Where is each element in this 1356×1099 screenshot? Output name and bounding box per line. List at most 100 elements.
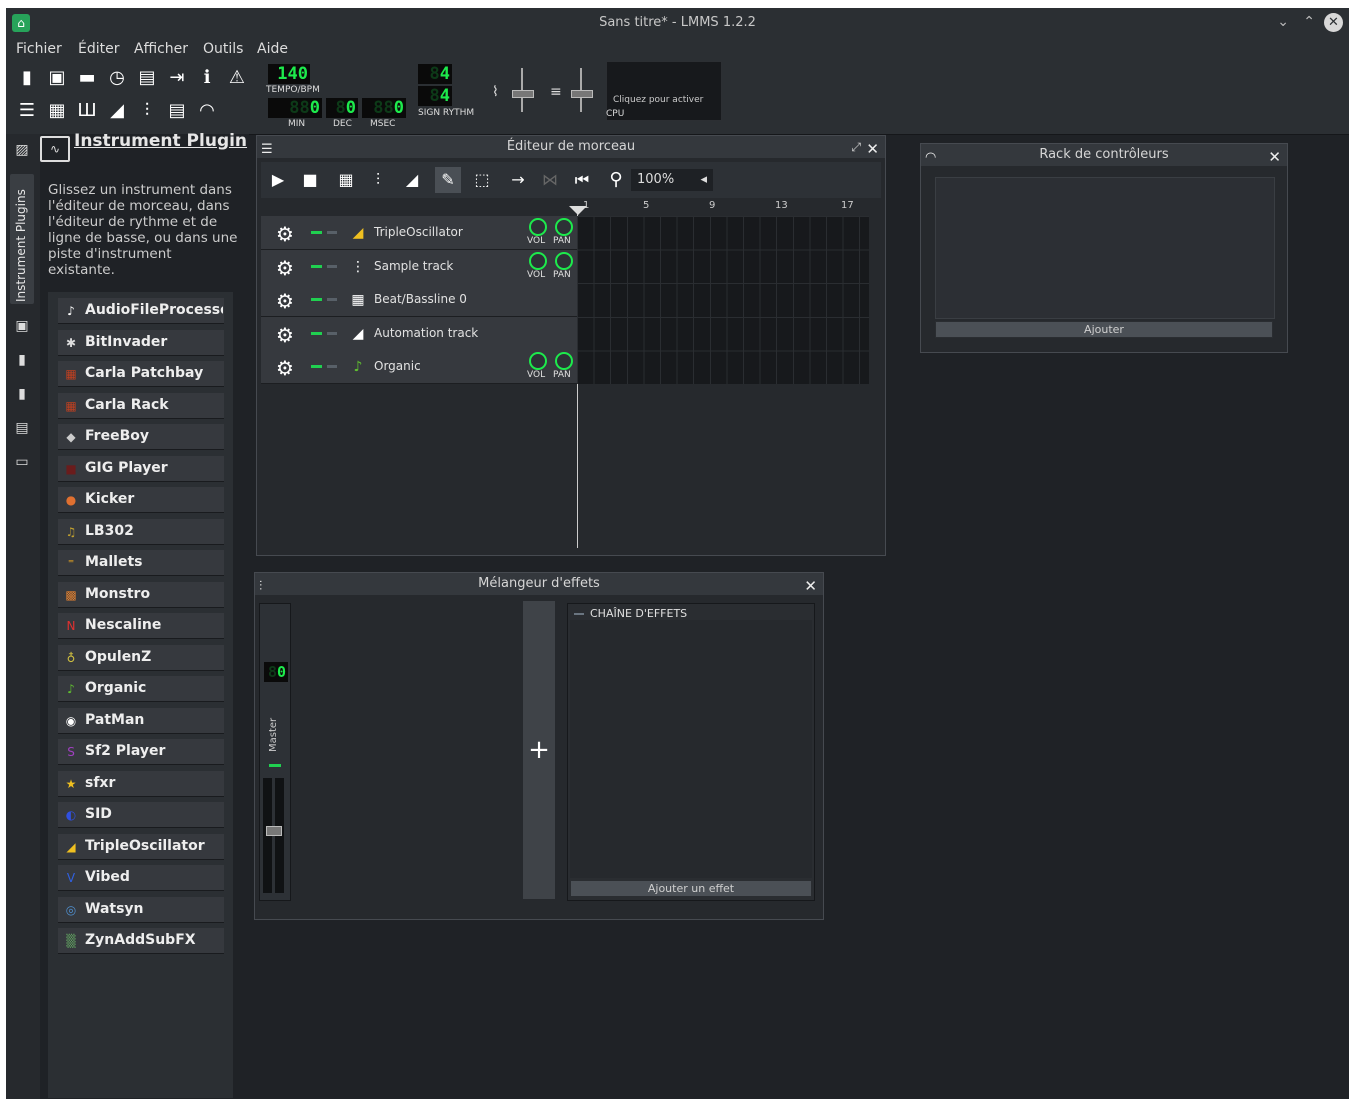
time-sig-numerator[interactable]: 84 xyxy=(418,64,452,84)
track-settings-gear-icon[interactable]: ⚙ xyxy=(276,289,294,313)
track-settings-gear-icon[interactable]: ⚙ xyxy=(276,323,294,347)
my-presets-icon[interactable]: ▮ xyxy=(14,386,30,402)
track-pan-knob[interactable] xyxy=(555,251,573,270)
plugin-item[interactable]: ▒ ZynAddSubFX xyxy=(58,928,224,954)
track-pan-knob[interactable] xyxy=(555,218,573,236)
piano-roll-icon[interactable]: Ш xyxy=(74,98,100,124)
track-mute-led[interactable] xyxy=(311,331,322,335)
track-row[interactable]: ⚙ ♪ Organic VOL PAN xyxy=(261,350,577,385)
restore-icon[interactable]: ⤢ xyxy=(851,136,861,158)
track-name[interactable]: TripleOscillator xyxy=(374,225,463,239)
my-projects-icon[interactable]: ▣ xyxy=(14,318,30,334)
track-mute-led[interactable] xyxy=(311,365,322,369)
tempo-display[interactable]: 140 xyxy=(268,64,310,84)
menu-afficher[interactable]: Afficher xyxy=(134,41,188,57)
add-sample-track-icon[interactable]: ⫶ xyxy=(365,167,391,193)
plugin-item[interactable]: ◐ SID xyxy=(58,802,224,828)
plugin-item[interactable]: ⁼ Mallets xyxy=(58,550,224,576)
stop-behaviour-icon[interactable]: ⏮ xyxy=(569,167,595,193)
automation-editor-icon[interactable]: ◢ xyxy=(104,98,130,124)
plugin-item[interactable]: ■ GIG Player xyxy=(58,455,224,482)
fx-mixer-icon[interactable]: ⫶ xyxy=(134,98,160,124)
auto-scroll-icon[interactable]: → xyxy=(505,167,531,193)
track-solo-led[interactable] xyxy=(327,365,337,369)
recent-projects-icon[interactable]: ◷ xyxy=(104,65,130,91)
tab-instrument-plugins[interactable]: Instrument Plugins xyxy=(10,174,34,304)
track-row[interactable]: ⚙ ◢ TripleOscillator VOL PAN xyxy=(261,216,577,250)
plugin-item[interactable]: ★ sfxr xyxy=(58,770,224,797)
new-from-template-icon[interactable]: ▣ xyxy=(44,65,70,91)
plugin-item[interactable]: ▦ Carla Rack xyxy=(58,392,224,419)
plugin-item[interactable]: N Nescaline xyxy=(58,613,224,639)
open-project-icon[interactable]: ▬ xyxy=(74,65,100,91)
close-window-icon[interactable]: ✕ xyxy=(1324,13,1343,32)
track-name[interactable]: Beat/Bassline 0 xyxy=(374,292,467,306)
track-settings-gear-icon[interactable]: ⚙ xyxy=(276,222,294,246)
track-name[interactable]: Sample track xyxy=(374,259,453,273)
stop-icon[interactable]: ■ xyxy=(297,167,323,193)
menu-editer[interactable]: Éditer xyxy=(78,41,119,57)
add-fx-channel-button[interactable]: + xyxy=(523,601,555,899)
instrument-plugins-tab-icon[interactable]: ▨ xyxy=(14,142,30,158)
song-editor-icon[interactable]: ☰ xyxy=(14,98,40,124)
plugin-item[interactable]: ◉ PatMan xyxy=(58,707,224,734)
track-mute-led[interactable] xyxy=(311,231,322,234)
minimize-icon[interactable]: ⌄ xyxy=(1277,14,1289,30)
track-volume-knob[interactable] xyxy=(529,352,547,371)
menu-aide[interactable]: Aide xyxy=(257,41,288,57)
add-controller-button[interactable]: Ajouter xyxy=(935,321,1273,338)
loop-points-icon[interactable]: ⋈ xyxy=(537,167,563,193)
track-solo-led[interactable] xyxy=(327,264,337,268)
root-directory-icon[interactable]: ▭ xyxy=(14,454,30,470)
track-row[interactable]: ⚙ ▦ Beat/Bassline 0 xyxy=(261,283,577,318)
plugin-item[interactable]: ♪ Organic xyxy=(58,676,224,702)
track-solo-led[interactable] xyxy=(327,331,337,335)
track-settings-gear-icon[interactable]: ⚙ xyxy=(276,356,294,380)
beat-bassline-icon[interactable]: ▦ xyxy=(44,98,70,124)
effects-chain-toggle[interactable] xyxy=(574,613,584,615)
whats-this-icon[interactable]: ℹ xyxy=(194,65,220,91)
track-row[interactable]: ⚙ ⋮ Sample track VOL PAN xyxy=(261,249,577,284)
zoom-select[interactable]: 100% ◂ xyxy=(631,169,713,191)
plugin-item[interactable]: S Sf2 Player xyxy=(58,739,224,765)
time-sig-denominator[interactable]: 84 xyxy=(418,86,452,106)
plugin-item[interactable]: ♁ OpulenZ xyxy=(58,644,224,671)
add-beat-bassline-icon[interactable]: ▦ xyxy=(333,167,359,193)
export-icon[interactable]: ⇥ xyxy=(164,65,190,91)
maximize-icon[interactable]: ⌃ xyxy=(1303,14,1315,30)
master-fader[interactable] xyxy=(266,826,282,836)
track-mute-led[interactable] xyxy=(311,298,322,302)
playhead-marker[interactable] xyxy=(569,206,587,215)
plugin-item[interactable]: ◆ FreeBoy xyxy=(58,424,224,450)
my-samples-icon[interactable]: ▮ xyxy=(14,352,30,368)
draw-mode-icon[interactable]: ✎ xyxy=(435,167,461,193)
plugin-item[interactable]: V Vibed xyxy=(58,865,224,891)
track-row[interactable]: ⚙ ◢ Automation track xyxy=(261,316,577,351)
track-name[interactable]: Automation track xyxy=(374,326,478,340)
menu-outils[interactable]: Outils xyxy=(203,41,243,57)
controller-rack-icon[interactable]: ◠ xyxy=(194,98,220,124)
fx-mixer-close-icon[interactable]: ✕ xyxy=(804,575,817,597)
track-settings-gear-icon[interactable]: ⚙ xyxy=(276,256,294,280)
controller-rack-close-icon[interactable]: ✕ xyxy=(1268,146,1281,168)
track-volume-knob[interactable] xyxy=(529,218,547,236)
plugin-item[interactable]: ▩ Monstro xyxy=(58,581,224,608)
plugin-item[interactable]: ◎ Watsyn xyxy=(58,896,224,923)
master-pitch-handle[interactable] xyxy=(571,90,593,98)
timeline-ruler[interactable]: 1 5 9 13 17 xyxy=(577,200,869,216)
master-channel[interactable]: 80 Master xyxy=(259,603,291,901)
master-volume-handle[interactable] xyxy=(512,90,534,98)
track-pan-knob[interactable] xyxy=(555,352,573,371)
track-solo-led[interactable] xyxy=(327,231,337,234)
track-volume-knob[interactable] xyxy=(529,251,547,270)
plugin-item[interactable]: ♫ LB302 xyxy=(58,518,224,545)
add-automation-track-icon[interactable]: ◢ xyxy=(399,167,425,193)
metronome-icon[interactable]: ⚠ xyxy=(224,65,250,91)
master-mute-led[interactable] xyxy=(269,764,281,767)
track-name[interactable]: Organic xyxy=(374,359,421,373)
menu-fichier[interactable]: Fichier xyxy=(16,41,62,57)
plugin-item[interactable]: ◢ TripleOscillator xyxy=(58,833,224,860)
pattern-grid[interactable] xyxy=(577,216,869,384)
project-notes-icon[interactable]: ▤ xyxy=(164,98,190,124)
my-home-icon[interactable]: ▤ xyxy=(14,420,30,436)
